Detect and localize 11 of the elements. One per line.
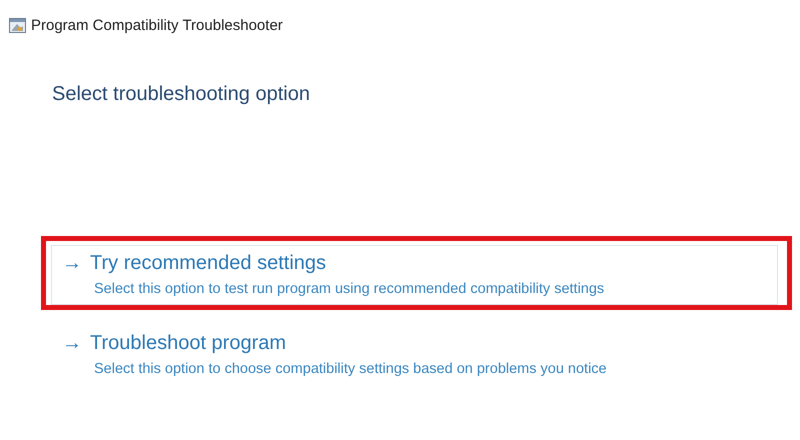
page-heading: Select troubleshooting option [52, 83, 311, 106]
option-title: Try recommended settings [90, 252, 326, 275]
option-description: Select this option to choose compatibility settings based on problems you notice [94, 361, 608, 377]
option-link[interactable]: → Try recommended settings Select this option to test run program using recommended compatibility settings [51, 245, 778, 305]
arrow-icon: → [62, 333, 82, 353]
arrow-icon: → [62, 253, 82, 273]
option-description: Select this option to test run program using recommended compatibility settings [94, 281, 606, 297]
option-link[interactable]: → Troubleshoot program Select this option to choose compatibility settings based on problems you notice [51, 325, 778, 385]
option-title: Troubleshoot program [90, 332, 286, 355]
program-window-icon [9, 18, 26, 33]
window-title: Program Compatibility Troubleshooter [31, 17, 283, 34]
